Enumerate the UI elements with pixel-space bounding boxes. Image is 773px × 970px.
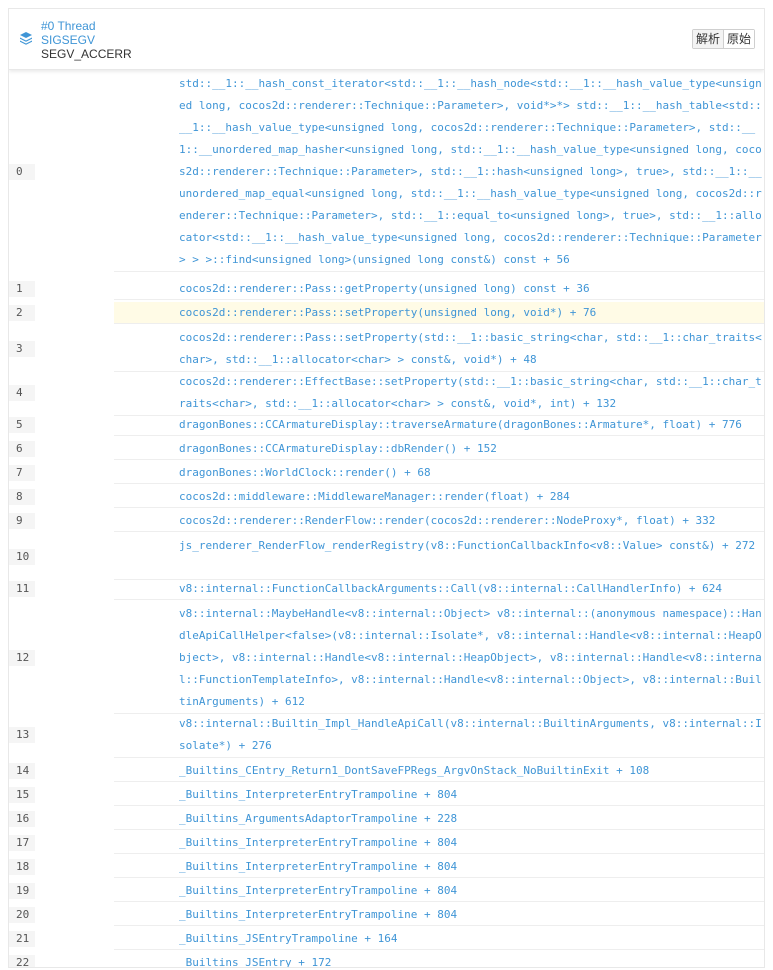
stack-frame-row[interactable]: 14 _Builtins_CEntry_Return1_DontSaveFPReg… <box>9 760 764 782</box>
frame-index: 6 <box>9 441 35 457</box>
frame-symbol[interactable]: cocos2d::middleware::MiddlewareManager::… <box>114 486 764 508</box>
frame-index: 22 <box>9 955 35 967</box>
stack-frame-row[interactable]: 22 _Builtins_JSEntry + 172 <box>9 952 764 967</box>
frame-index: 8 <box>9 489 35 505</box>
frame-symbol[interactable]: _Builtins_InterpreterEntryTrampoline + 8… <box>114 784 764 806</box>
stack-frame-row[interactable]: 13 v8::internal::Builtin_Impl_HandleApiCa… <box>9 712 764 758</box>
frame-symbol[interactable]: _Builtins_InterpreterEntryTrampoline + 8… <box>114 904 764 926</box>
frame-index: 4 <box>9 385 35 401</box>
frame-index: 13 <box>9 727 35 743</box>
frame-symbol[interactable]: v8::internal::FunctionCallbackArguments:… <box>114 578 764 600</box>
stack-frame-row[interactable]: 1 cocos2d::renderer::Pass::getProperty(un… <box>9 278 764 300</box>
frame-symbol[interactable]: v8::internal::Builtin_Impl_HandleApiCall… <box>114 712 764 758</box>
frame-index: 20 <box>9 907 35 923</box>
frame-index: 12 <box>9 650 35 666</box>
frame-symbol[interactable]: cocos2d::renderer::Pass::setProperty(std… <box>114 326 764 372</box>
stack-frame-row[interactable]: 0 std::__1::__hash_const_iterator<std::__… <box>9 72 764 272</box>
frame-symbol[interactable]: js_renderer_RenderFlow_renderRegistry(v8… <box>114 534 764 580</box>
stack-frame-row[interactable]: 7 dragonBones::WorldClock::render() + 68 <box>9 462 764 484</box>
frame-symbol[interactable]: _Builtins_InterpreterEntryTrampoline + 8… <box>114 832 764 854</box>
frame-index: 7 <box>9 465 35 481</box>
stack-frame-row[interactable]: 15 _Builtins_InterpreterEntryTrampoline +… <box>9 784 764 806</box>
frame-index: 21 <box>9 931 35 947</box>
frame-index: 16 <box>9 811 35 827</box>
stack-frame-row[interactable]: 19 _Builtins_InterpreterEntryTrampoline +… <box>9 880 764 902</box>
frame-symbol[interactable]: v8::internal::MaybeHandle<v8::internal::… <box>114 602 764 714</box>
frame-index: 10 <box>9 549 35 565</box>
frame-symbol[interactable]: dragonBones::CCArmatureDisplay::traverse… <box>114 414 764 436</box>
stack-frame-row[interactable]: 16 _Builtins_ArgumentsAdaptorTrampoline +… <box>9 808 764 830</box>
frame-symbol[interactable]: cocos2d::renderer::RenderFlow::render(co… <box>114 510 764 532</box>
stack-frame-row[interactable]: 6 dragonBones::CCArmatureDisplay::dbRende… <box>9 438 764 460</box>
frame-symbol[interactable]: std::__1::__hash_const_iterator<std::__1… <box>114 72 764 272</box>
thread-title: #0 Thread <box>41 19 96 33</box>
stack-frame-row[interactable]: 18 _Builtins_InterpreterEntryTrampoline +… <box>9 856 764 878</box>
frame-index: 2 <box>9 305 35 321</box>
frame-symbol[interactable]: _Builtins_InterpreterEntryTrampoline + 8… <box>114 880 764 902</box>
thread-header: #0 Thread SIGSEGV SEGV_ACCERR 解析 原始 <box>9 9 764 70</box>
stack-frame-row[interactable]: 8 cocos2d::middleware::MiddlewareManager:… <box>9 486 764 508</box>
frame-index: 19 <box>9 883 35 899</box>
frame-index: 15 <box>9 787 35 803</box>
frame-symbol[interactable]: _Builtins_InterpreterEntryTrampoline + 8… <box>114 856 764 878</box>
frame-index: 9 <box>9 513 35 529</box>
frame-index: 17 <box>9 835 35 851</box>
signal-name: SIGSEGV <box>41 33 96 47</box>
stack-frame-row[interactable]: 10 js_renderer_RenderFlow_renderRegistry(… <box>9 534 764 580</box>
stack-frame-row[interactable]: 2 cocos2d::renderer::Pass::setProperty(un… <box>9 302 764 324</box>
stack-frame-row[interactable]: 12 v8::internal::MaybeHandle<v8::internal… <box>9 602 764 714</box>
frame-symbol[interactable]: dragonBones::CCArmatureDisplay::dbRender… <box>114 438 764 460</box>
layers-icon <box>19 31 33 45</box>
frame-index: 3 <box>9 341 35 357</box>
frame-index: 14 <box>9 763 35 779</box>
view-toggle: 解析 原始 <box>691 29 755 49</box>
stack-frame-row[interactable]: 17 _Builtins_InterpreterEntryTrampoline +… <box>9 832 764 854</box>
frame-symbol[interactable]: _Builtins_ArgumentsAdaptorTrampoline + 2… <box>114 808 764 830</box>
frame-symbol[interactable]: _Builtins_CEntry_Return1_DontSaveFPRegs_… <box>114 760 764 782</box>
signal-code: SEGV_ACCERR <box>41 47 132 61</box>
frame-symbol[interactable]: cocos2d::renderer::EffectBase::setProper… <box>114 370 764 416</box>
frame-symbol[interactable]: cocos2d::renderer::Pass::setProperty(uns… <box>114 302 764 324</box>
frame-symbol[interactable]: _Builtins_JSEntry + 172 <box>114 952 764 967</box>
parsed-button[interactable]: 解析 <box>692 30 723 48</box>
frame-index: 18 <box>9 859 35 875</box>
stack-frame-row[interactable]: 4 cocos2d::renderer::EffectBase::setPrope… <box>9 370 764 416</box>
stack-frame-row[interactable]: 20 _Builtins_InterpreterEntryTrampoline +… <box>9 904 764 926</box>
stack-frame-row[interactable]: 11 v8::internal::FunctionCallbackArgument… <box>9 578 764 600</box>
raw-button[interactable]: 原始 <box>722 30 754 48</box>
stack-frame-row[interactable]: 5 dragonBones::CCArmatureDisplay::travers… <box>9 414 764 436</box>
stack-frame-row[interactable]: 3 cocos2d::renderer::Pass::setProperty(st… <box>9 326 764 372</box>
frame-symbol[interactable]: cocos2d::renderer::Pass::getProperty(uns… <box>114 278 764 300</box>
crash-thread-panel: #0 Thread SIGSEGV SEGV_ACCERR 解析 原始 0 std… <box>8 8 765 968</box>
stack-frame-row[interactable]: 21 _Builtins_JSEntryTrampoline + 164 <box>9 928 764 950</box>
frame-index: 1 <box>9 281 35 297</box>
frame-index: 5 <box>9 417 35 433</box>
frame-symbol[interactable]: dragonBones::WorldClock::render() + 68 <box>114 462 764 484</box>
frame-symbol[interactable]: _Builtins_JSEntryTrampoline + 164 <box>114 928 764 950</box>
frame-index: 11 <box>9 581 35 597</box>
frame-index: 0 <box>9 164 35 180</box>
stack-frame-row[interactable]: 9 cocos2d::renderer::RenderFlow::render(c… <box>9 510 764 532</box>
